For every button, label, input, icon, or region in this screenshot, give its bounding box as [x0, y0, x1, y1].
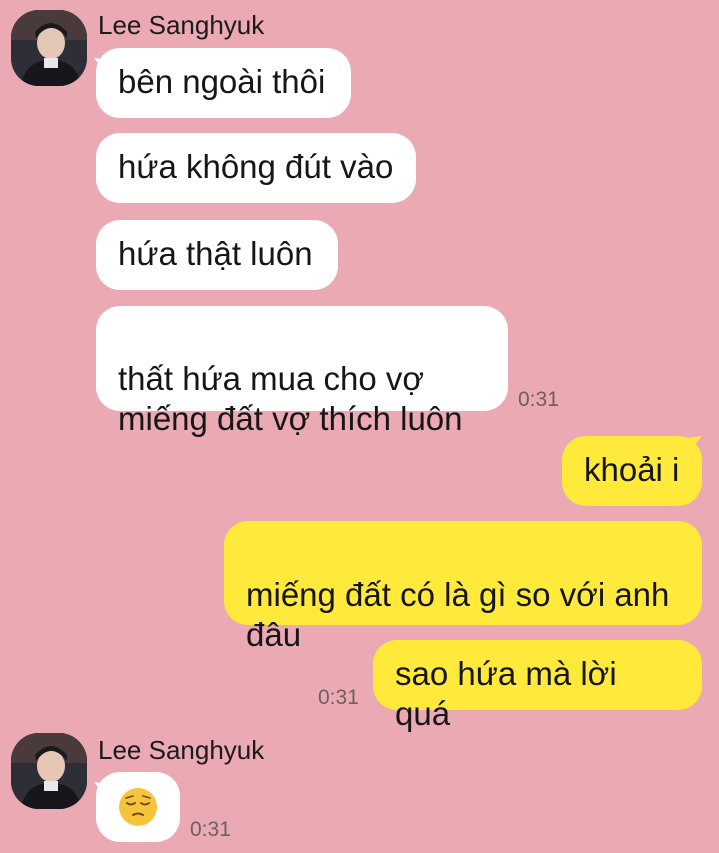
message-bubble[interactable]: hứa thật luôn [96, 220, 338, 290]
message-bubble[interactable]: thất hứa mua cho vợ miếng đất vợ thích l… [96, 306, 508, 437]
message-bubble[interactable]: bên ngoài thôi [96, 48, 351, 118]
message-time: 0:31 [518, 388, 559, 411]
avatar[interactable] [11, 733, 87, 809]
message-text: khoải i [584, 451, 680, 488]
message-bubble[interactable]: sao hứa mà lời quá [373, 640, 702, 732]
message-text: sao hứa mà lời quá [395, 655, 617, 732]
message-time: 0:31 [190, 818, 231, 841]
message-time: 0:31 [318, 686, 359, 709]
message-text: bên ngoài thôi [118, 63, 326, 100]
pensive-face-emoji-icon [119, 788, 157, 826]
message-text: hứa không đút vào [118, 148, 394, 185]
message-bubble[interactable]: hứa không đút vào [96, 133, 416, 203]
sender-name: Lee Sanghyuk [98, 10, 265, 40]
message-text: hứa thật luôn [118, 235, 313, 272]
message-bubble[interactable] [96, 772, 180, 842]
profile-photo-icon [11, 10, 87, 86]
message-bubble[interactable]: khoải i [562, 436, 702, 506]
avatar[interactable] [11, 10, 87, 86]
sender-name: Lee Sanghyuk [98, 735, 265, 765]
profile-photo-icon [11, 733, 87, 809]
message-bubble[interactable]: miếng đất có là gì so với anh đâu [224, 521, 702, 653]
message-text: thất hứa mua cho vợ miếng đất vợ thích l… [118, 360, 463, 437]
